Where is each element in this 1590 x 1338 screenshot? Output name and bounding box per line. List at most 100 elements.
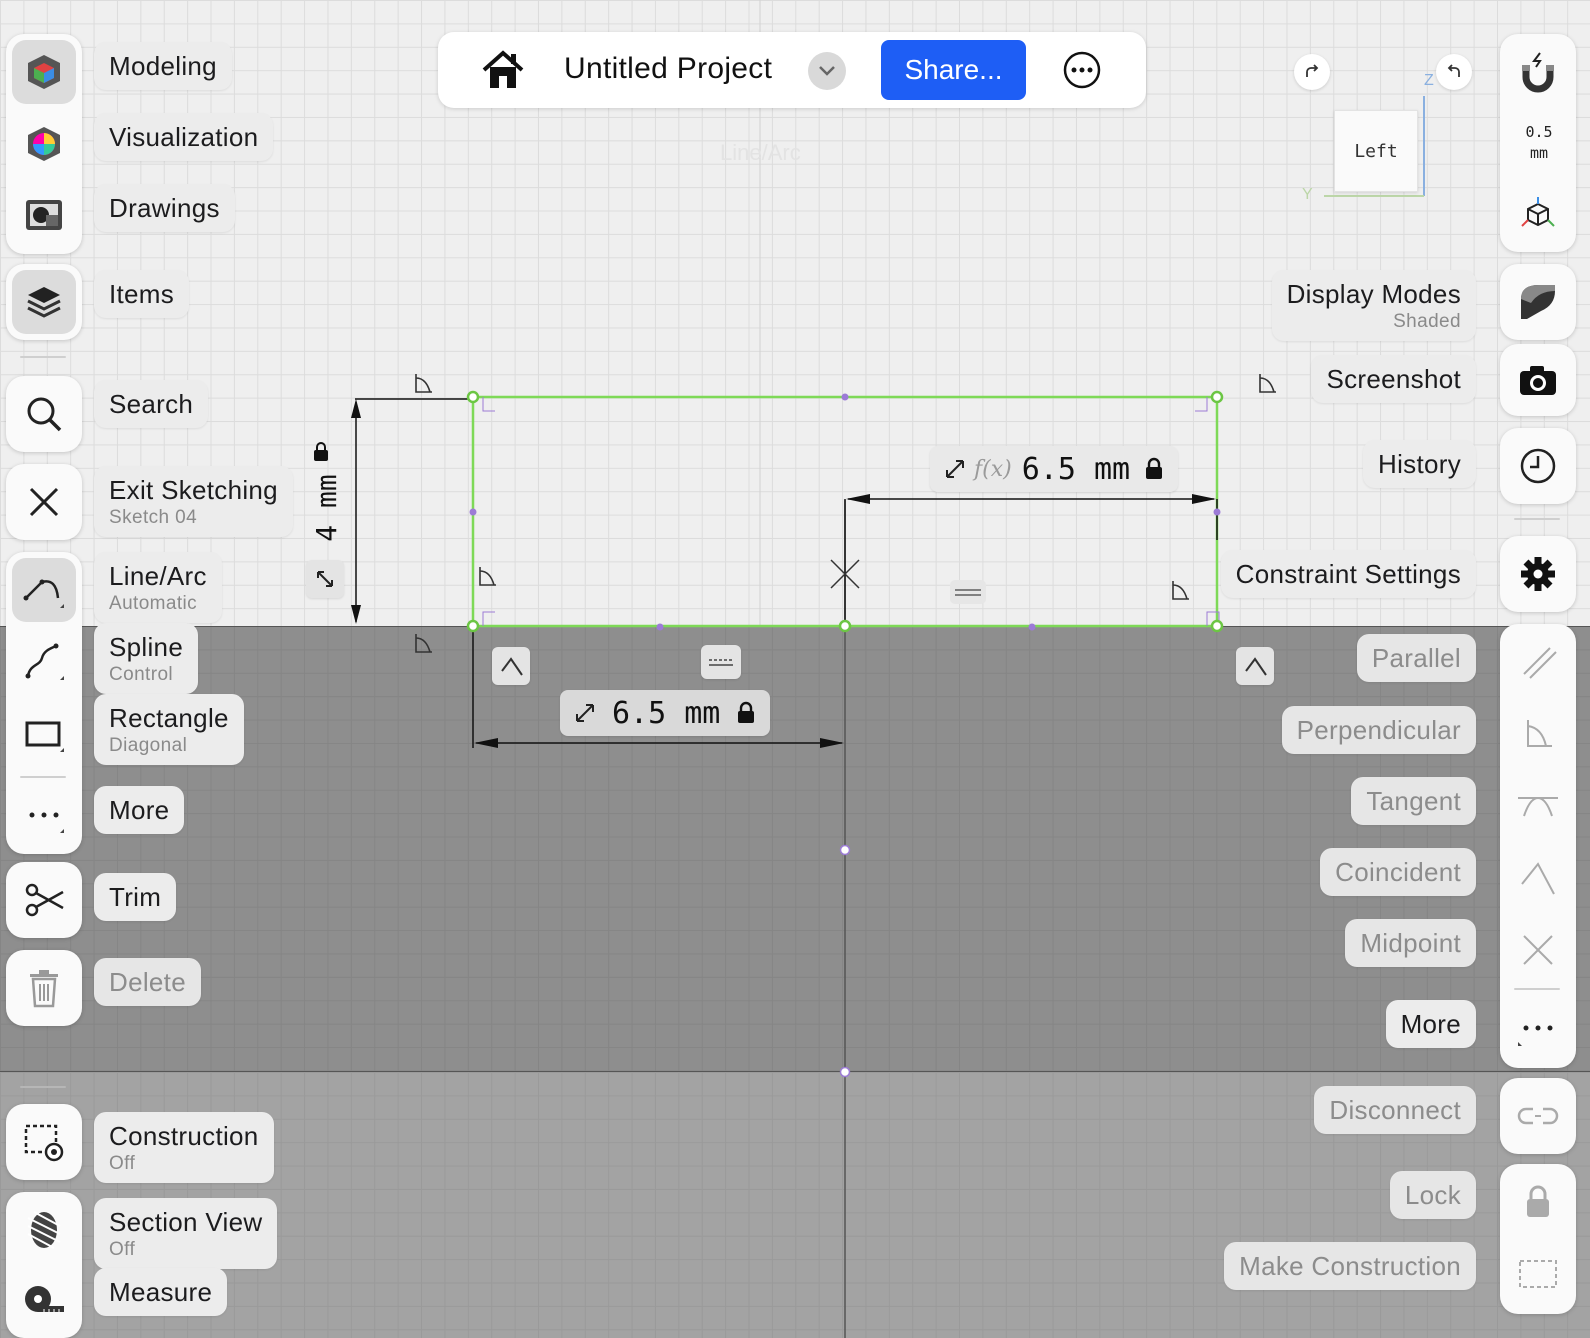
construction-button[interactable] <box>12 1110 76 1174</box>
more-constraints-label[interactable]: More <box>1385 1000 1476 1048</box>
scissors-icon <box>25 883 64 917</box>
section-view-label[interactable]: Section View Off <box>94 1198 278 1269</box>
coincident-icon <box>1245 657 1267 676</box>
snap-value: 0.5 <box>1525 123 1553 141</box>
line-arc-button[interactable] <box>12 558 76 622</box>
rectangle-label[interactable]: Rectangle Diagonal <box>94 694 244 765</box>
search-label[interactable]: Search <box>94 380 209 428</box>
items-button[interactable] <box>12 270 76 334</box>
line-arc-label[interactable]: Line/Arc Automatic <box>94 552 222 623</box>
constraint-settings-label[interactable]: Constraint Settings <box>1220 550 1476 598</box>
section-view-icon <box>27 1211 61 1249</box>
screenshot-label[interactable]: Screenshot <box>1311 355 1476 403</box>
make-construction-label[interactable]: Make Construction <box>1224 1242 1476 1290</box>
make-construction-button[interactable] <box>1506 1242 1570 1306</box>
rectangle-icon <box>25 721 64 752</box>
midpoint-button[interactable] <box>1506 918 1570 982</box>
close-icon <box>29 487 59 517</box>
axis-y-label: Y <box>1302 186 1313 203</box>
drawing-sheet-icon <box>26 200 62 230</box>
share-button[interactable]: Share... <box>881 40 1026 100</box>
exit-sketching-button[interactable] <box>12 470 76 534</box>
exit-sketching-label[interactable]: Exit Sketching Sketch 04 <box>94 466 293 537</box>
display-modes-button[interactable] <box>1506 270 1570 334</box>
spline-label[interactable]: Spline Control <box>94 623 199 694</box>
shaded-shape-icon <box>1521 285 1555 319</box>
more-constraints-button[interactable] <box>1506 998 1570 1062</box>
tangent-button[interactable] <box>1506 774 1570 838</box>
height-dimension-label[interactable]: 4 mm <box>296 474 356 541</box>
visualization-button[interactable] <box>12 112 76 176</box>
lower-width-dimension[interactable]: 6.5 mm <box>560 690 771 736</box>
parallel-button[interactable] <box>1506 630 1570 694</box>
project-title[interactable]: Untitled Project <box>564 52 772 86</box>
lock-label[interactable]: Lock <box>1389 1171 1476 1219</box>
disconnect-label[interactable]: Disconnect <box>1314 1086 1476 1134</box>
color-palette-icon <box>28 127 60 161</box>
screenshot-button[interactable] <box>1506 348 1570 412</box>
chevron-down-icon[interactable] <box>808 52 846 90</box>
lock-icon <box>1527 1185 1549 1217</box>
lock-icon[interactable] <box>303 435 337 469</box>
redo-icon[interactable] <box>1294 54 1330 90</box>
delete-button[interactable] <box>12 956 76 1020</box>
view-cube[interactable]: Left <box>1334 110 1418 192</box>
ellipsis-icon <box>29 812 64 833</box>
sketch-name: Sketch 04 <box>109 507 198 528</box>
formula-icon[interactable]: f(x) <box>974 457 1012 482</box>
camera-icon <box>1520 366 1556 395</box>
rectangle-button[interactable] <box>12 702 76 766</box>
snap-increment[interactable]: 0.5 mm <box>1504 122 1574 164</box>
trim-label[interactable]: Trim <box>94 873 177 921</box>
axis-cube-icon <box>1521 197 1555 227</box>
measure-button[interactable] <box>12 1270 76 1330</box>
disconnect-button[interactable] <box>1506 1084 1570 1148</box>
midpoint-label[interactable]: Midpoint <box>1345 919 1476 967</box>
coincident-constraint-chip[interactable] <box>1236 647 1274 685</box>
coincident-constraint-chip[interactable] <box>492 647 530 685</box>
more-options-icon[interactable] <box>1061 49 1103 91</box>
delete-label[interactable]: Delete <box>94 958 201 1006</box>
items-label[interactable]: Items <box>94 270 190 318</box>
lock-icon[interactable] <box>1142 456 1166 482</box>
horizontal-constraint-chip[interactable] <box>701 645 741 679</box>
modeling-button[interactable] <box>12 40 76 104</box>
perpendicular-icon <box>1527 720 1552 747</box>
modeling-label[interactable]: Modeling <box>94 42 232 90</box>
search-button[interactable] <box>12 382 76 446</box>
history-label[interactable]: History <box>1363 440 1476 488</box>
upper-width-dimension[interactable]: f(x) 6.5 mm <box>930 446 1179 492</box>
perpendicular-button[interactable] <box>1506 702 1570 766</box>
tangent-label[interactable]: Tangent <box>1351 777 1476 825</box>
lower-width-value[interactable]: 6.5 mm <box>612 696 720 731</box>
midpoint-icon <box>1523 935 1553 965</box>
history-button[interactable] <box>1506 434 1570 498</box>
spline-button[interactable] <box>12 630 76 694</box>
search-icon <box>27 397 62 432</box>
construction-label[interactable]: Construction Off <box>94 1112 274 1183</box>
parallel-label[interactable]: Parallel <box>1356 634 1476 682</box>
coincident-label[interactable]: Coincident <box>1320 848 1476 896</box>
drawings-label[interactable]: Drawings <box>94 184 235 232</box>
lock-icon[interactable] <box>734 700 758 726</box>
view-orientation-button[interactable] <box>1506 186 1570 242</box>
perpendicular-label[interactable]: Perpendicular <box>1281 706 1476 754</box>
resize-arrows-icon[interactable] <box>306 560 344 598</box>
visualization-label[interactable]: Visualization <box>94 113 274 161</box>
coincident-button[interactable] <box>1506 846 1570 910</box>
lock-button[interactable] <box>1506 1170 1570 1234</box>
upper-width-value[interactable]: 6.5 mm <box>1022 452 1130 487</box>
constraint-settings-button[interactable] <box>1506 542 1570 606</box>
more-label[interactable]: More <box>94 786 185 834</box>
display-modes-label[interactable]: Display Modes Shaded <box>1271 270 1476 341</box>
top-bar: Untitled Project Share... <box>438 32 1146 108</box>
section-view-button[interactable] <box>12 1198 76 1262</box>
undo-icon[interactable] <box>1436 54 1472 90</box>
snap-magnet-button[interactable] <box>1506 44 1570 102</box>
home-icon[interactable] <box>478 46 528 94</box>
more-tools-button[interactable] <box>12 786 76 848</box>
drawings-button[interactable] <box>12 183 76 247</box>
trim-button[interactable] <box>12 868 76 932</box>
measure-label[interactable]: Measure <box>94 1268 228 1316</box>
axis-z-label: Z <box>1424 72 1434 89</box>
